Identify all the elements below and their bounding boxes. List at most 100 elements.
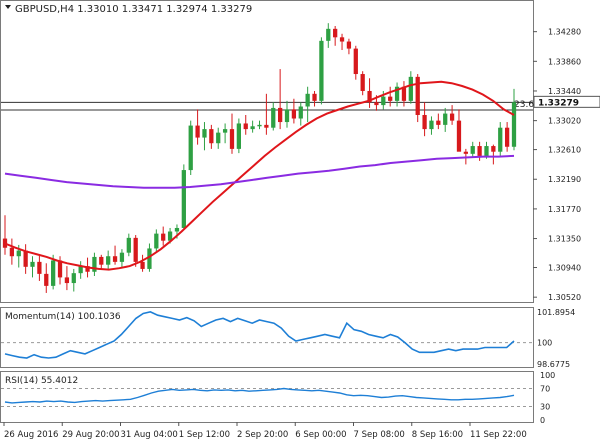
price-axis-label: 1.32610: [548, 146, 581, 155]
candle-body: [106, 256, 111, 265]
candle-body: [429, 120, 434, 130]
candle-body: [216, 132, 221, 144]
candle-body: [37, 261, 42, 274]
candle-body: [243, 123, 248, 130]
candle-body: [360, 74, 365, 91]
candle-body: [188, 125, 193, 171]
candle-body: [236, 123, 241, 149]
candle-body: [202, 129, 207, 138]
candle-body: [30, 261, 35, 267]
candle-body: [133, 237, 138, 262]
candle-body: [16, 250, 21, 257]
candle-body: [491, 146, 496, 152]
candle-body: [99, 256, 104, 265]
candle-body: [64, 277, 70, 284]
price-axis-label: 1.30520: [548, 293, 581, 302]
candle-body: [326, 28, 331, 41]
price-axis-label: 1.31770: [548, 205, 581, 214]
time-axis-label: 11 Sep 22:00: [470, 430, 527, 440]
candle-body: [209, 129, 214, 144]
candle-body: [271, 107, 276, 128]
price-panel: [0, 0, 534, 303]
price-axis-label: 1.33860: [548, 57, 581, 66]
candle-body: [456, 120, 462, 152]
candle-body: [305, 93, 310, 107]
candle-body: [23, 250, 28, 267]
candle-body: [57, 260, 63, 278]
candle-body: [381, 96, 386, 106]
candle-body: [9, 247, 15, 257]
candle-body: [443, 113, 448, 125]
time-axis-label: 8 Sep 16:00: [412, 430, 463, 440]
rsi-panel: [0, 371, 534, 423]
price-axis-label: 1.31350: [548, 235, 581, 244]
candle-body: [264, 124, 269, 128]
rsi-axis-label: 70: [540, 385, 550, 394]
candle-body: [346, 41, 352, 49]
time-axis-label: 2 Sep 20:00: [237, 430, 288, 440]
momentum-axis-label: 101.8954: [537, 308, 575, 317]
time-axis-label: 29 Aug 20:00: [62, 430, 119, 440]
price-axis-label: 1.32190: [548, 175, 581, 184]
candle-body: [154, 233, 159, 249]
candle-body: [312, 93, 317, 101]
candle-body: [257, 124, 262, 127]
candle-body: [250, 126, 255, 130]
candle-body: [51, 260, 56, 286]
candle-body: [174, 227, 180, 232]
chart-canvas: GBPUSD,H4 1.33010 1.33471 1.32974 1.3327…: [0, 0, 600, 440]
candle-body: [44, 273, 49, 286]
candle-body: [291, 109, 297, 119]
candle-body: [504, 127, 510, 147]
symbol-header: GBPUSD,H4 1.33010 1.33471 1.32974 1.3327…: [15, 4, 252, 15]
candle-body: [436, 120, 441, 125]
time-axis-label: 6 Sep 00:00: [295, 430, 346, 440]
time-axis-label: 31 Aug 04:00: [121, 430, 178, 440]
candle-body: [71, 273, 76, 284]
time-axis-label: 1 Sep 12:00: [179, 430, 230, 440]
chart-window: GBPUSD,H4 1.33010 1.33471 1.32974 1.3327…: [0, 0, 600, 443]
candle-body: [284, 109, 290, 123]
candle-body: [319, 40, 324, 101]
candle-body: [140, 261, 145, 269]
price-axis-label: 1.34280: [548, 28, 581, 37]
momentum-axis-label: 100: [537, 339, 552, 348]
time-axis-label: 7 Sep 08:00: [354, 430, 405, 440]
candle-body: [147, 248, 152, 269]
candle-body: [126, 237, 131, 253]
candle-body: [374, 102, 379, 106]
time-axis-label: 26 Aug 2016: [4, 430, 58, 440]
price-axis-label: 1.30940: [548, 264, 581, 273]
candle-body: [112, 256, 118, 262]
candle-body: [353, 48, 358, 75]
candle-body: [511, 102, 517, 147]
momentum-axis-label: 98.6775: [537, 360, 570, 369]
candle-body: [470, 146, 475, 154]
candle-body: [408, 76, 413, 101]
candle-body: [463, 151, 468, 154]
candle-body: [484, 146, 489, 156]
rsi-axis-label: 100: [540, 371, 555, 380]
candle-body: [181, 170, 186, 228]
momentum-label: Momentum(14) 100.1036: [5, 312, 121, 322]
rsi-axis-label: 30: [540, 403, 550, 412]
candle-body: [333, 28, 338, 38]
candle-body: [298, 106, 303, 119]
candle-body: [422, 114, 427, 130]
rsi-label: RSI(14) 55.4012: [5, 376, 78, 386]
price-axis-label: 1.33020: [548, 117, 581, 126]
candle-body: [388, 96, 393, 101]
candle-body: [339, 37, 345, 42]
candle-body: [195, 125, 200, 138]
candle-body: [222, 129, 228, 133]
candle-body: [449, 113, 455, 121]
candle-body: [278, 107, 283, 123]
price-axis-label: 1.33440: [548, 87, 581, 96]
candle-body: [161, 233, 166, 241]
candle-body: [498, 127, 503, 152]
candle-body: [119, 252, 125, 262]
candle-body: [229, 129, 235, 149]
rsi-axis-label: 0: [540, 416, 545, 425]
current-price-label: 1.33279: [538, 98, 579, 108]
fib-level-label: 23.6: [514, 100, 534, 110]
